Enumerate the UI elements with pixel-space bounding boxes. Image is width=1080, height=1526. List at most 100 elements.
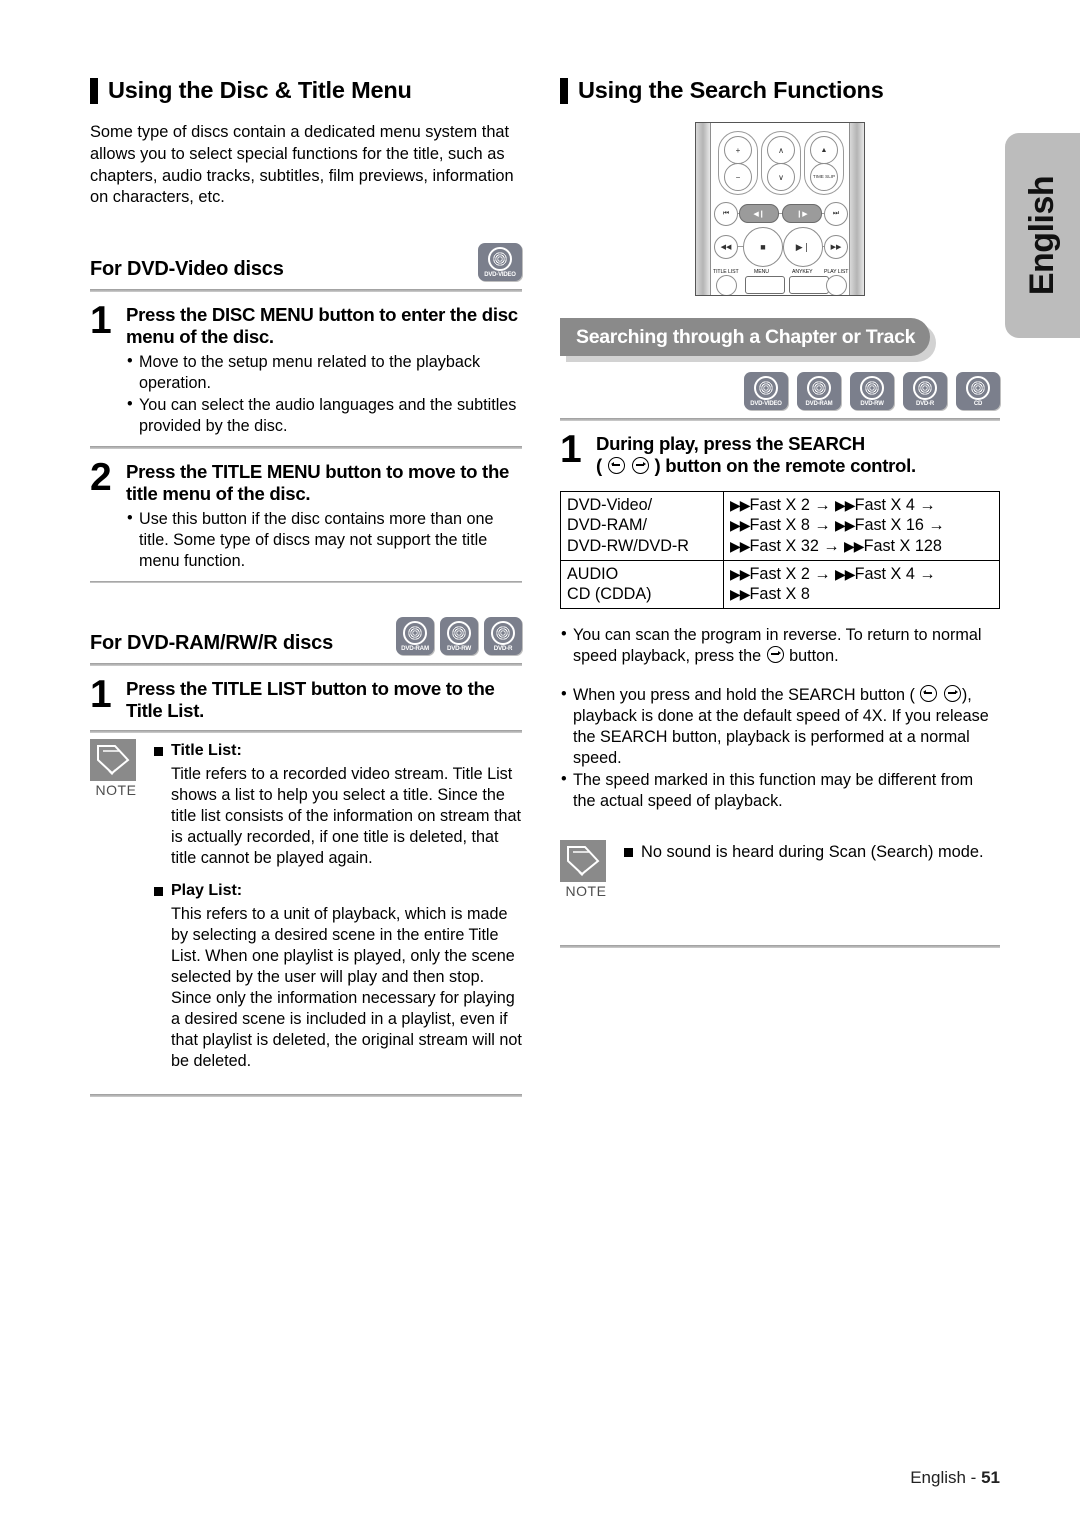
search-button-icon (766, 645, 784, 663)
speed-value: Fast X 2 (749, 495, 810, 514)
disc-type-line: DVD-Video/ (567, 495, 653, 514)
disc-icon-row-ram-rw-r: DVD-RAM DVD-RW DVD-R (396, 617, 522, 656)
time-slip-button[interactable]: TIME SLIP (810, 163, 838, 191)
step-number: 1 (90, 299, 112, 343)
fast-forward-button[interactable]: ▶▶ (824, 235, 848, 259)
divider (560, 945, 1000, 948)
heading-bar-icon (90, 78, 98, 104)
speed-line: ▶▶Fast X 32 → ▶▶Fast X 128 (730, 536, 993, 557)
intro-paragraph: Some type of discs contain a dedicated m… (90, 123, 514, 207)
rewind-icon: ◀◀ (720, 244, 732, 251)
fast-forward-glyph-icon: ▶▶ (844, 538, 865, 554)
section-banner: Searching through a Chapter or Track (560, 318, 930, 356)
disc-icon-label: DVD-R (916, 400, 934, 407)
speed-value: Fast X 128 (863, 537, 942, 555)
pencil-icon (90, 738, 136, 781)
disc-icon-cd: CD (956, 372, 1000, 410)
divider (90, 730, 522, 733)
bullet-text: When you press and hold the SEARCH butto… (573, 685, 915, 704)
step-forward-button[interactable]: ❙▶ (782, 204, 822, 223)
speed-value: Fast X 4 (854, 495, 915, 514)
disc-icon-label: DVD-VIDEO (484, 271, 516, 278)
table-cell-speeds: ▶▶Fast X 2 → ▶▶Fast X 4 → ▶▶ Fast X 8 (723, 559, 1000, 609)
step-reverse-icon: ◀❙ (753, 210, 765, 218)
disc-icon-dvd-rw: DVD-RW (850, 372, 894, 410)
banner-text: Searching through a Chapter or Track (576, 325, 916, 348)
bullet-item: You can select the audio languages and t… (126, 394, 522, 437)
search-forward-icon (631, 456, 649, 474)
arrow-icon: → (814, 564, 831, 583)
remote-illustration-wrap: + − ∧ ∨ ▲ TIME SLIP ⏮ ◀❙ ❙▶ ⏭ ◀◀ ■ ▶❘ ▶▶… (560, 122, 1000, 296)
minus-button[interactable]: − (724, 163, 752, 191)
disc-icon-dvd-video: DVD-VIDEO (478, 243, 522, 282)
disc-icon-dvd-r: DVD-R (484, 617, 522, 656)
menu-label: MENU (754, 269, 769, 275)
step-title: Press the DISC MENU button to enter the … (126, 304, 518, 348)
divider (90, 580, 522, 584)
step-title-line1: During play, press the SEARCH (596, 433, 865, 454)
speed-value: Fast X 2 (749, 564, 810, 583)
square-bullet-icon (154, 746, 163, 756)
speed-value: Fast X 8 (749, 585, 810, 604)
step-number: 2 (90, 455, 112, 499)
anykey-button[interactable] (789, 276, 829, 294)
next-button[interactable]: ⏭ (824, 202, 848, 226)
table-cell-speeds: ▶▶Fast X 2 → ▶▶Fast X 4 → ▶▶Fast X 8 → ▶… (724, 491, 1000, 560)
divider (90, 446, 522, 449)
disc-type-line: CD (CDDA) (567, 585, 652, 604)
table-row: DVD-Video/ DVD-RAM/ DVD-RW/DVD-R ▶▶Fast … (560, 491, 1000, 561)
paren-open: ( (596, 454, 602, 476)
play-pause-button[interactable]: ▶❘ (783, 227, 823, 267)
disc-glyph-icon (447, 620, 471, 645)
heading-bar-icon (560, 78, 568, 104)
step-reverse-button[interactable]: ◀❙ (739, 204, 779, 223)
previous-button[interactable]: ⏮ (714, 202, 738, 226)
speed-line: ▶▶Fast X 2 → ▶▶Fast X 4 → (730, 564, 993, 585)
disc-icon-row-dvd-video: DVD-VIDEO (478, 243, 522, 282)
fast-forward-glyph-icon: ▶▶ (835, 565, 856, 582)
section-title: Using the Search Functions (578, 77, 884, 104)
disc-type-line: AUDIO (567, 564, 619, 583)
disc-glyph-icon (754, 375, 778, 400)
subheading-dvd-ram-rw-r: For DVD-RAM/RW/R discs (90, 632, 334, 655)
manual-page: Using the Disc & Title Menu Some type of… (0, 0, 1080, 1526)
disc-glyph-icon (807, 375, 831, 400)
stop-button[interactable]: ■ (743, 227, 783, 267)
minus-icon: − (735, 172, 741, 182)
title-menu-label: TITLE MENU (816, 295, 846, 296)
page-footer: English - 51 (0, 1468, 1000, 1488)
fast-forward-icon: ▶▶ (830, 244, 842, 251)
note-label: NOTE (565, 883, 607, 900)
page-title: Using the Disc & Title Menu (108, 77, 412, 104)
search-reverse-icon (607, 456, 625, 474)
note-block: NOTE No sound is heard during Scan (Sear… (560, 840, 1000, 899)
menu-button[interactable] (745, 276, 785, 294)
plus-button[interactable]: + (724, 136, 752, 164)
fast-forward-glyph-icon: ▶▶ (730, 565, 751, 582)
divider (90, 1094, 522, 1097)
disc-glyph-icon (491, 620, 515, 645)
plus-icon: + (735, 145, 741, 155)
step-title-line2: ( ) button on the remote control. (596, 455, 1000, 477)
speed-value: Fast X 4 (854, 564, 915, 583)
disc-icon-label: DVD-RW (860, 400, 884, 407)
rewind-button[interactable]: ◀◀ (714, 235, 738, 259)
title-menu-button[interactable] (826, 275, 847, 295)
bullet-item: Use this button if the disc contains mor… (126, 508, 522, 572)
table-row: AUDIO CD (CDDA) ▶▶Fast X 2 → ▶▶Fast X 4 … (560, 559, 1000, 609)
step-title-suffix: ) button on the remote control. (654, 454, 917, 476)
channel-up-button[interactable]: ∧ (767, 136, 795, 164)
bullet-text: button. (789, 646, 839, 665)
step-item: 1 Press the DISC MENU button to enter th… (90, 299, 522, 438)
search-reverse-icon (920, 684, 938, 702)
note-label: NOTE (95, 781, 137, 798)
anykey-label: ANYKEY (792, 269, 813, 275)
channel-down-button[interactable]: ∨ (767, 163, 795, 191)
divider (90, 289, 522, 293)
disc-glyph-icon (913, 375, 937, 400)
disc-menu-button[interactable] (716, 275, 737, 295)
skip-next-icon: ⏭ (832, 210, 840, 217)
banner-wrap: Searching through a Chapter or Track (560, 318, 1000, 362)
disc-type-line: DVD-RAM/ (567, 516, 648, 535)
eject-button[interactable]: ▲ (810, 136, 838, 164)
